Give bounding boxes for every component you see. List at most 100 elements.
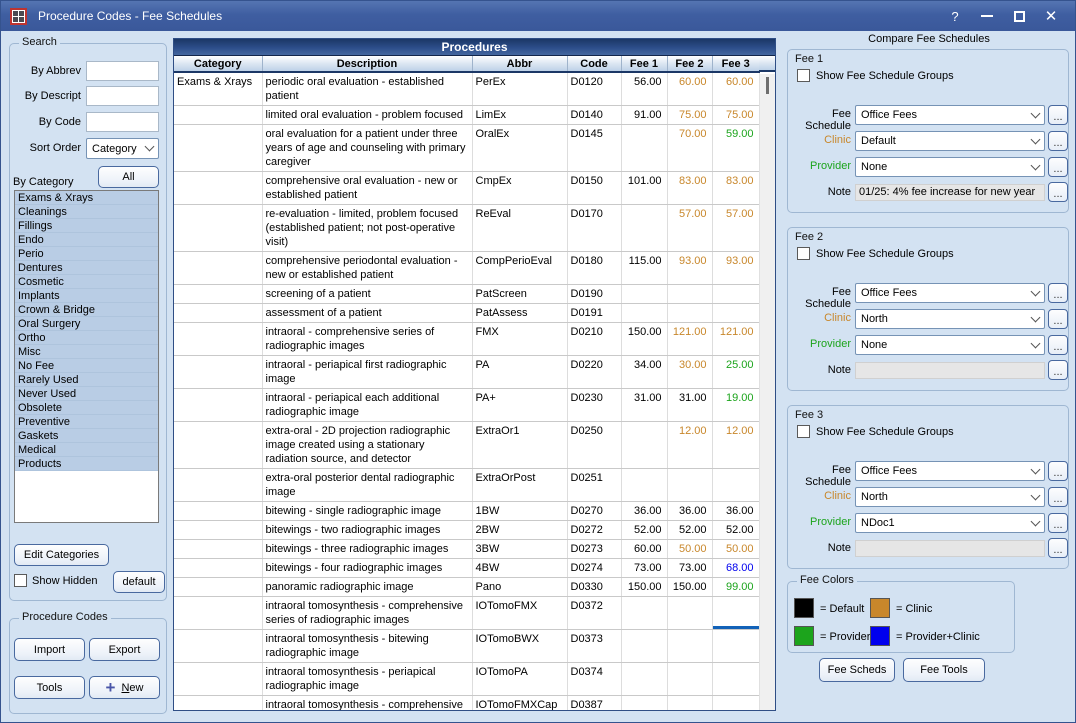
cell-code[interactable]: D0191	[567, 304, 621, 323]
table-row[interactable]: Exams & Xraysperiodic oral evaluation - …	[174, 72, 759, 106]
category-list-item[interactable]: Rarely Used	[15, 373, 158, 387]
cell-fee3[interactable]: 25.00	[712, 356, 759, 389]
category-list-item[interactable]: No Fee	[15, 359, 158, 373]
table-row[interactable]: comprehensive periodontal evaluation - n…	[174, 252, 759, 285]
column-header-fee1[interactable]: Fee 1	[621, 56, 667, 72]
by-code-input[interactable]	[86, 112, 159, 132]
cell-code[interactable]: D0180	[567, 252, 621, 285]
cell-category[interactable]	[174, 323, 262, 356]
cell-fee2[interactable]: 31.00	[667, 389, 712, 422]
cell-abbr[interactable]: CmpEx	[472, 172, 567, 205]
fee-scheds-button[interactable]: Fee Scheds	[819, 658, 895, 682]
cell-description[interactable]: periodic oral evaluation - established p…	[262, 72, 472, 106]
cell-fee1[interactable]: 115.00	[621, 252, 667, 285]
table-row[interactable]: intraoral tomosynthesis - comprehensive …	[174, 597, 759, 630]
cell-abbr[interactable]: CompPerioEval	[472, 252, 567, 285]
cell-description[interactable]: screening of a patient	[262, 285, 472, 304]
cell-fee1[interactable]	[621, 597, 667, 630]
sort-order-dropdown[interactable]: Category	[86, 138, 159, 159]
cell-description[interactable]: intraoral tomosynthesis - periapical rad…	[262, 663, 472, 696]
cell-description[interactable]: intraoral tomosynthesis - comprehensive …	[262, 696, 472, 712]
cell-category[interactable]	[174, 106, 262, 125]
fee1-clinic-more-button[interactable]: ...	[1048, 131, 1068, 151]
cell-code[interactable]: D0210	[567, 323, 621, 356]
cell-fee1[interactable]	[621, 205, 667, 252]
cell-fee1[interactable]: 150.00	[621, 578, 667, 597]
table-row[interactable]: limited oral evaluation - problem focuse…	[174, 106, 759, 125]
cell-fee2[interactable]	[667, 663, 712, 696]
table-row[interactable]: extra-oral posterior dental radiographic…	[174, 469, 759, 502]
cell-abbr[interactable]: 4BW	[472, 559, 567, 578]
fee2-provider-more-button[interactable]: ...	[1048, 335, 1068, 355]
cell-category[interactable]	[174, 172, 262, 205]
cell-abbr[interactable]: PA+	[472, 389, 567, 422]
close-button[interactable]: ✕	[1035, 1, 1067, 31]
category-list-item[interactable]: Implants	[15, 289, 158, 303]
cell-fee1[interactable]	[621, 696, 667, 712]
fee2-clinic-more-button[interactable]: ...	[1048, 309, 1068, 329]
cell-code[interactable]: D0273	[567, 540, 621, 559]
table-row[interactable]: assessment of a patientPatAssessD0191	[174, 304, 759, 323]
cell-fee2[interactable]: 73.00	[667, 559, 712, 578]
cell-code[interactable]: D0374	[567, 663, 621, 696]
cell-fee1[interactable]: 150.00	[621, 323, 667, 356]
table-row[interactable]: intraoral - comprehensive series of radi…	[174, 323, 759, 356]
cell-fee2[interactable]: 93.00	[667, 252, 712, 285]
cell-description[interactable]: bitewing - single radiographic image	[262, 502, 472, 521]
cell-fee1[interactable]: 91.00	[621, 106, 667, 125]
cell-fee2[interactable]	[667, 469, 712, 502]
category-list-item[interactable]: Ortho	[15, 331, 158, 345]
fee3-provider-dropdown[interactable]: NDoc1	[855, 513, 1045, 533]
cell-abbr[interactable]: IOTomoFMX	[472, 597, 567, 630]
cell-fee3[interactable]	[712, 696, 759, 712]
fee3-fee-schedule-dropdown[interactable]: Office Fees	[855, 461, 1045, 481]
cell-abbr[interactable]: LimEx	[472, 106, 567, 125]
fee2-fee-schedule-dropdown[interactable]: Office Fees	[855, 283, 1045, 303]
fee1-fee-schedule-more-button[interactable]: ...	[1048, 105, 1068, 125]
cell-description[interactable]: bitewings - three radiographic images	[262, 540, 472, 559]
cell-fee3[interactable]: 60.00	[712, 72, 759, 106]
category-list-item[interactable]: Preventive	[15, 415, 158, 429]
cell-abbr[interactable]: PatScreen	[472, 285, 567, 304]
table-row[interactable]: re-evaluation - limited, problem focused…	[174, 205, 759, 252]
fee3-clinic-dropdown[interactable]: North	[855, 487, 1045, 507]
cell-fee3[interactable]	[712, 630, 759, 663]
cell-category[interactable]	[174, 422, 262, 469]
cell-abbr[interactable]: 1BW	[472, 502, 567, 521]
cell-fee2[interactable]: 70.00	[667, 125, 712, 172]
cell-category[interactable]	[174, 125, 262, 172]
cell-fee1[interactable]	[621, 663, 667, 696]
cell-description[interactable]: intraoral - comprehensive series of radi…	[262, 323, 472, 356]
cell-abbr[interactable]: ExtraOrPost	[472, 469, 567, 502]
cell-code[interactable]: D0145	[567, 125, 621, 172]
cell-fee3[interactable]: 36.00	[712, 502, 759, 521]
cell-fee3[interactable]: 121.00	[712, 323, 759, 356]
fee1-show-groups-checkbox[interactable]	[797, 69, 810, 82]
cell-abbr[interactable]: 3BW	[472, 540, 567, 559]
cell-fee1[interactable]: 56.00	[621, 72, 667, 106]
cell-fee3[interactable]: 99.00	[712, 578, 759, 597]
minimize-button[interactable]	[971, 1, 1003, 31]
column-header-description[interactable]: Description	[262, 56, 472, 72]
fee1-note-more-button[interactable]: ...	[1048, 182, 1068, 202]
tools-button[interactable]: Tools	[14, 676, 85, 699]
cell-fee1[interactable]: 52.00	[621, 521, 667, 540]
cell-fee2[interactable]	[667, 597, 712, 630]
category-list-item[interactable]: Perio	[15, 247, 158, 261]
cell-code[interactable]: D0251	[567, 469, 621, 502]
cell-category[interactable]	[174, 285, 262, 304]
cell-fee1[interactable]: 60.00	[621, 540, 667, 559]
cell-description[interactable]: oral evaluation for a patient under thre…	[262, 125, 472, 172]
cell-fee2[interactable]: 83.00	[667, 172, 712, 205]
fee2-show-groups-checkbox[interactable]	[797, 247, 810, 260]
fee1-provider-more-button[interactable]: ...	[1048, 157, 1068, 177]
fee2-provider-dropdown[interactable]: None	[855, 335, 1045, 355]
default-button[interactable]: default	[113, 571, 165, 593]
cell-code[interactable]: D0373	[567, 630, 621, 663]
cell-description[interactable]: re-evaluation - limited, problem focused…	[262, 205, 472, 252]
cell-code[interactable]: D0170	[567, 205, 621, 252]
cell-description[interactable]: assessment of a patient	[262, 304, 472, 323]
cell-fee1[interactable]: 31.00	[621, 389, 667, 422]
edit-categories-button[interactable]: Edit Categories	[14, 544, 109, 566]
cell-fee1[interactable]	[621, 125, 667, 172]
